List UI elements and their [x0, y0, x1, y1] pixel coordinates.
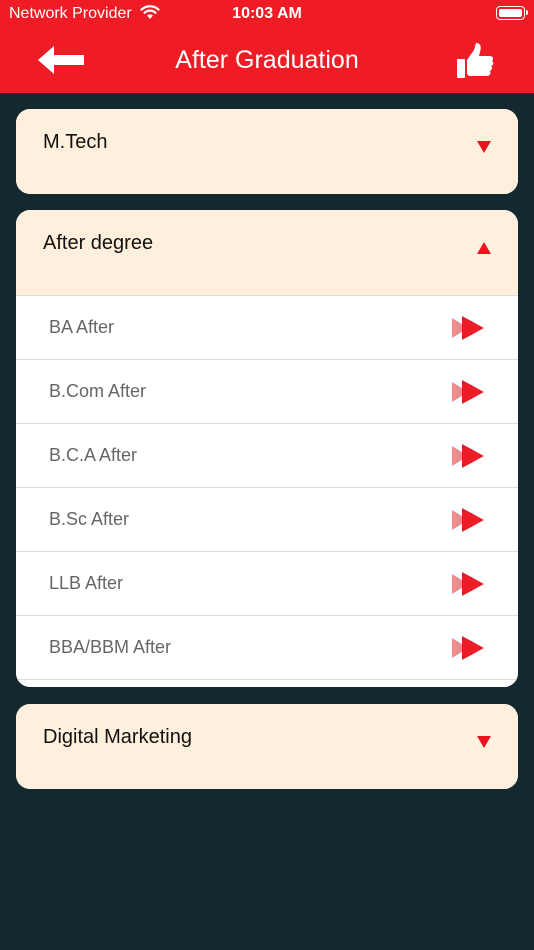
play-arrow-icon	[452, 444, 484, 468]
chevron-up-icon	[477, 242, 491, 254]
thumbs-up-icon[interactable]	[455, 42, 495, 80]
list-item-bca-after[interactable]: B.C.A After	[16, 423, 518, 487]
list-item-label: BA After	[49, 317, 115, 337]
list-item-llb-after[interactable]: LLB After	[16, 551, 518, 615]
page-title: After Graduation	[175, 46, 359, 74]
list-item-label: LLB After	[49, 573, 124, 593]
list-item-bsc-after[interactable]: B.Sc After	[16, 487, 518, 551]
battery-icon	[496, 6, 528, 20]
list-bottom-divider	[16, 679, 518, 687]
list-item-ba-after[interactable]: BA After	[16, 295, 518, 359]
list-item-bba-bbm-after[interactable]: BBA/BBM After	[16, 615, 518, 679]
accordion-section-digital-marketing: Digital Marketing	[16, 704, 518, 789]
list-item-label: B.Com After	[49, 381, 147, 401]
play-arrow-icon	[452, 508, 484, 532]
accordion-section-after-degree: After degree BA After B.Com After B.C.A …	[16, 210, 518, 687]
list-item-label: B.Sc After	[49, 509, 130, 529]
accordion-header-mtech[interactable]: M.Tech	[16, 109, 518, 194]
status-bar: Network Provider 10:03 AM	[0, 0, 534, 28]
section-title: M.Tech	[43, 131, 108, 153]
section-title: After degree	[43, 232, 154, 254]
chevron-down-icon	[477, 141, 491, 153]
play-arrow-icon	[452, 380, 484, 404]
accordion-section-mtech: M.Tech	[16, 109, 518, 194]
list-item-bcom-after[interactable]: B.Com After	[16, 359, 518, 423]
list-item-label: BBA/BBM After	[49, 637, 172, 657]
play-arrow-icon	[452, 316, 484, 340]
play-arrow-icon	[452, 572, 484, 596]
accordion-header-after-degree[interactable]: After degree	[16, 210, 518, 295]
list-item-label: B.C.A After	[49, 445, 138, 465]
clock-time: 10:03 AM	[232, 5, 302, 22]
play-arrow-icon	[452, 636, 484, 660]
accordion-header-digital-marketing[interactable]: Digital Marketing	[16, 704, 518, 789]
chevron-down-icon	[477, 736, 491, 748]
section-title: Digital Marketing	[43, 726, 192, 748]
app-header: Network Provider 10:03 AM After Graduati…	[0, 0, 534, 93]
